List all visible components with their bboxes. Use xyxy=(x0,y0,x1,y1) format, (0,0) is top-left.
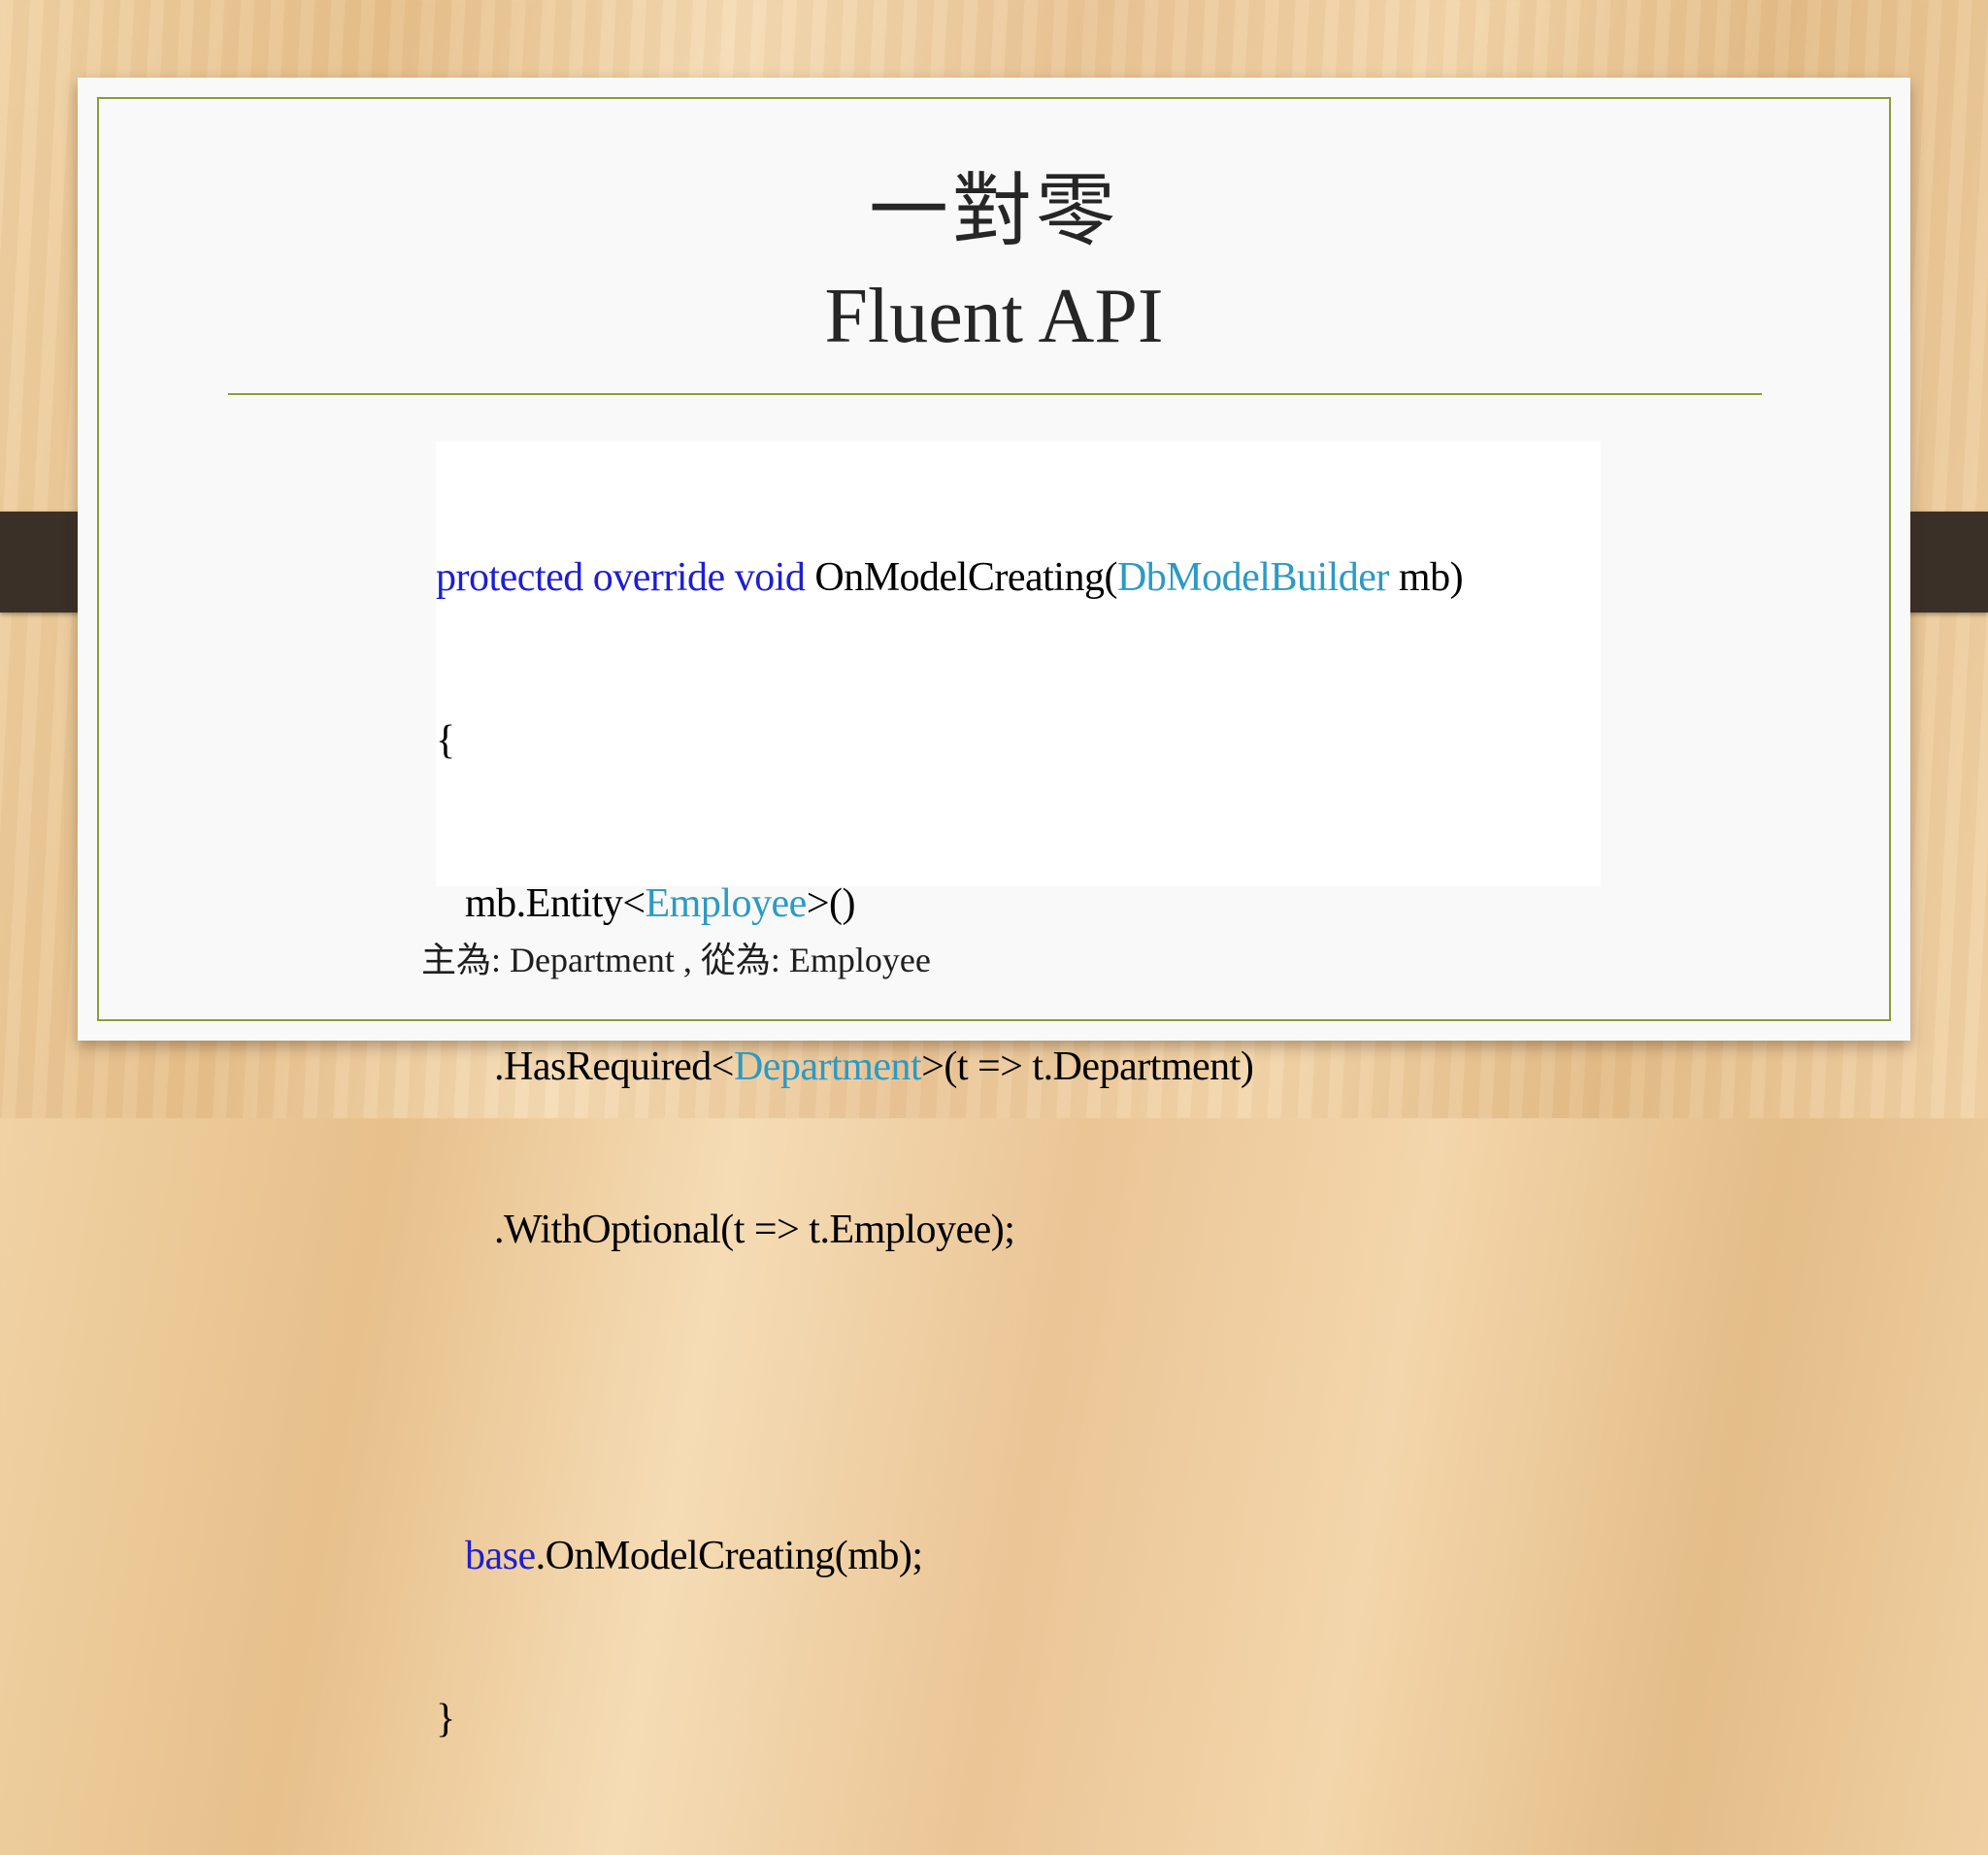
code-text: OnModelCreating( xyxy=(814,555,1117,600)
code-keyword: void xyxy=(734,555,806,600)
code-snippet-image: protected override void OnModelCreating(… xyxy=(436,442,1601,1741)
slide-title-cjk: 一對零 xyxy=(868,165,1119,257)
slide-title-latin: Fluent API xyxy=(824,274,1164,359)
title-divider xyxy=(228,393,1762,395)
code-text: >(t => t.Department) xyxy=(921,1044,1254,1089)
code-line-2: { xyxy=(436,718,455,763)
code-keyword: base xyxy=(465,1534,536,1578)
code-type: DbModelBuilder xyxy=(1116,555,1389,600)
code-line-3: mb.Entity<Employee>() xyxy=(436,877,1463,931)
code-line-5: .WithOptional(t => t.Employee); xyxy=(436,1203,1463,1257)
slide-footnote: 主為: Department , 從為: Employee xyxy=(421,941,931,979)
code-type: Department xyxy=(733,1044,922,1089)
code-line-7: base.OnModelCreating(mb); xyxy=(436,1529,1463,1583)
code-block: protected override void OnModelCreating(… xyxy=(436,442,1464,1855)
code-line-8: } xyxy=(436,1697,455,1741)
code-type: Employee xyxy=(645,881,808,926)
code-text: mb) xyxy=(1388,555,1464,600)
code-line-4: .HasRequired<Department>(t => t.Departme… xyxy=(436,1040,1463,1094)
code-text: >() xyxy=(806,881,856,926)
code-text: .OnModelCreating(mb); xyxy=(535,1534,923,1578)
code-line-1: protected override void OnModelCreating(… xyxy=(436,550,1464,605)
code-text: .WithOptional(t => t.Employee); xyxy=(494,1208,1015,1252)
code-keyword: protected xyxy=(436,555,583,600)
code-text: mb.Entity< xyxy=(465,881,646,926)
code-keyword: override xyxy=(592,555,725,600)
code-text: .HasRequired< xyxy=(494,1044,734,1089)
